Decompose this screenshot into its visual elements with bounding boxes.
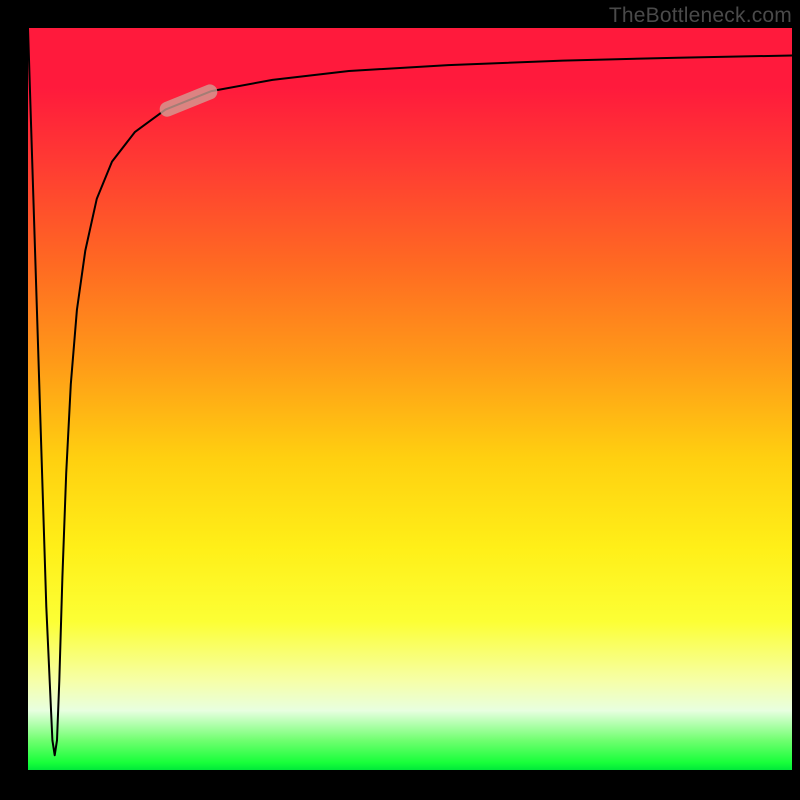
watermark-text: TheBottleneck.com: [609, 4, 792, 28]
bottleneck-curve: [28, 28, 792, 755]
curve-svg: [28, 28, 792, 770]
plot-area: [28, 28, 792, 770]
